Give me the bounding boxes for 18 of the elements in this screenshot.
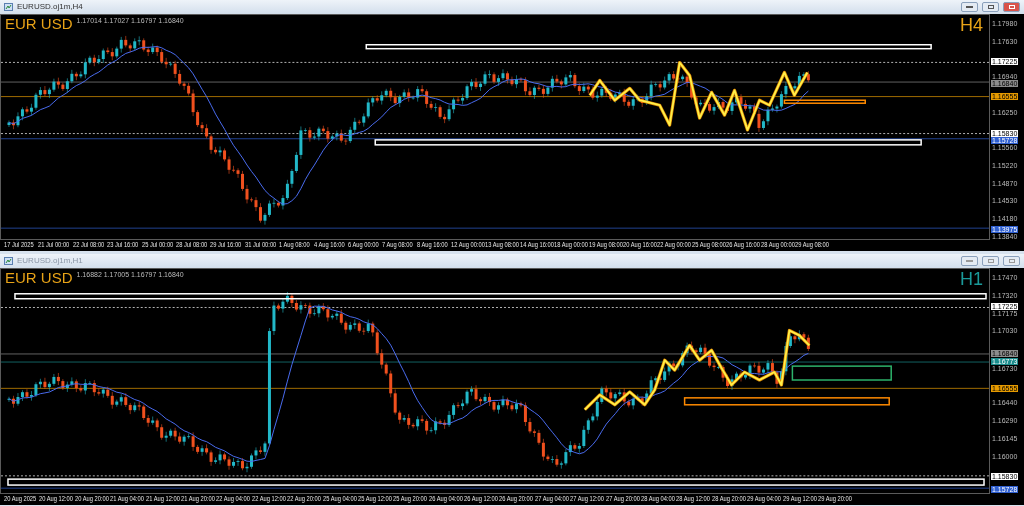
timeframe-label: H1 <box>960 270 983 288</box>
close-icon <box>1008 259 1015 263</box>
symbol-label: EUR USD <box>5 270 73 285</box>
restore-button[interactable] <box>982 2 999 12</box>
minimize-button[interactable] <box>961 2 978 12</box>
minimize-icon <box>966 260 973 262</box>
chart-window-icon <box>4 257 13 265</box>
window-title: EURUSD.oj1m,H1 <box>17 257 83 265</box>
close-button[interactable] <box>1003 256 1020 266</box>
timeframe-label: H4 <box>960 16 983 34</box>
chart-window-icon <box>4 3 13 11</box>
window-title: EURUSD.oj1m,H4 <box>17 3 83 11</box>
restore-icon <box>987 259 994 263</box>
close-button[interactable] <box>1003 2 1020 12</box>
minimize-icon <box>966 6 973 8</box>
restore-icon <box>987 5 994 9</box>
close-icon <box>1008 5 1015 9</box>
symbol-label: EUR USD <box>5 16 73 31</box>
